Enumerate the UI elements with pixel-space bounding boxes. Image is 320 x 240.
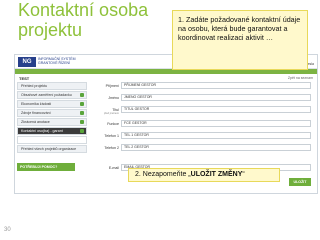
check-icon (80, 93, 84, 97)
field-label: Příjmení (105, 84, 119, 88)
surname-field[interactable]: PŘIJMENÍ GESTOR (121, 82, 311, 89)
field-label: Telefon 1 (104, 134, 119, 138)
field-label: E-mail (108, 166, 119, 170)
sidebar-item-all-projects[interactable]: Přehled všech projektů organizace (17, 145, 87, 153)
breadcrumb: TEST (19, 76, 30, 81)
help-button[interactable]: POTŘEBUJI POMOC? (17, 163, 75, 171)
check-icon (80, 111, 84, 115)
sidebar-item-economics[interactable]: Ekonomika žádosti (17, 100, 87, 108)
field-label: Jméno (108, 96, 119, 100)
slide-title-line2: projektu (18, 20, 83, 40)
function-field[interactable]: FCE GESTOR (121, 120, 311, 127)
field-label: Telefon 2 (104, 146, 119, 150)
logo-text: INFORMAČNÍ SYSTÉM GRANTOVÉ ŘÍZENÍ (38, 57, 98, 65)
phone2-field[interactable]: TEL 2 GESTOR (121, 144, 311, 151)
phone1-field[interactable]: TEL 1 GESTOR (121, 132, 311, 139)
check-icon (80, 129, 84, 133)
page-number: 30 (4, 227, 11, 233)
logo-icon: NG (18, 57, 36, 67)
form-row-phone2: Telefon 2 TEL 2 GESTOR (93, 144, 315, 152)
form-row-phone1: Telefon 1 TEL 1 GESTOR (93, 132, 315, 140)
callout-instruction-2: 2. Nezapomeňte „ULOŽIT ZMĚNY“ (128, 168, 280, 182)
field-label: Funkce (107, 122, 119, 126)
callout-instruction-1: 1. Zadáte požadované kontaktní údaje na … (172, 10, 308, 70)
form-row-function: Funkce FCE GESTOR (93, 120, 315, 128)
sidebar-item-contact-person[interactable]: Kontaktní oso(ba) - garant (17, 127, 87, 135)
field-sublabel: před jménem (103, 112, 119, 115)
sidebar-item-annotation[interactable]: Zkrácená anotace (17, 118, 87, 126)
back-to-list-link[interactable]: Zpět na seznam (288, 76, 313, 80)
title-field[interactable]: TITUL GESTOR (121, 106, 311, 113)
sidebar-item-funding[interactable]: Zdroje financování (17, 109, 87, 117)
slide-title-line1: Kontaktní osoba (18, 0, 149, 20)
logo-line2: GRANTOVÉ ŘÍZENÍ (38, 61, 71, 65)
form-row-surname: Příjmení PŘIJMENÍ GESTOR (93, 82, 315, 90)
save-button[interactable]: ULOŽIT (289, 178, 311, 186)
form-row-firstname: Jméno JMENO GESTOR (93, 94, 315, 102)
sidebar: Přehled projektu Obsahové zaměření požad… (17, 82, 87, 171)
sidebar-item-empty (17, 136, 87, 144)
sidebar-item-content[interactable]: Obsahové zaměření požadavku (17, 91, 87, 99)
sidebar-item-overview[interactable]: Přehled projektu (17, 82, 87, 90)
slide-title: Kontaktní osoba projektu (18, 0, 168, 40)
firstname-field[interactable]: JMENO GESTOR (121, 94, 311, 101)
check-icon (80, 102, 84, 106)
form-row-title: Titul před jménem TITUL GESTOR (93, 106, 315, 115)
check-icon (80, 120, 84, 124)
